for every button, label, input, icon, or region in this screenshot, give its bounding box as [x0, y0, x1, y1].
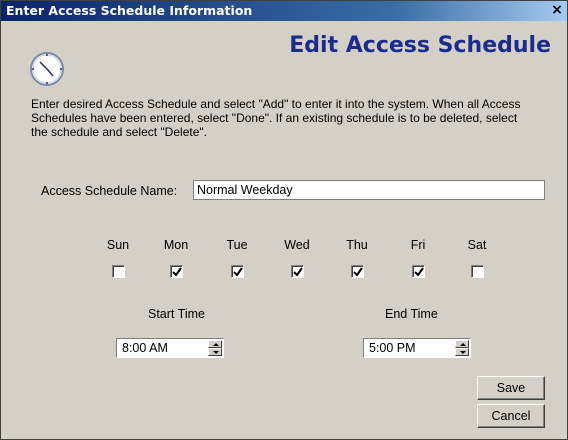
schedule-name-input[interactable]: [193, 180, 545, 200]
arrow-up-icon: [213, 343, 219, 346]
arrow-down-icon: [460, 351, 466, 354]
end-time-down-button[interactable]: [455, 348, 469, 356]
arrow-down-icon: [213, 351, 219, 354]
checkmark-icon: [293, 267, 303, 277]
checkmark-icon: [172, 267, 182, 277]
end-time-label: End Time: [385, 307, 438, 321]
instructions-text: Enter desired Access Schedule and select…: [31, 97, 521, 139]
checkmark-icon: [414, 267, 424, 277]
day-label-fri: Fri: [410, 238, 426, 252]
day-label-thu: Thu: [346, 238, 368, 252]
day-label-wed: Wed: [284, 238, 310, 252]
arrow-up-icon: [460, 343, 466, 346]
start-time-up-button[interactable]: [208, 340, 222, 348]
day-checkbox-fri[interactable]: [412, 265, 425, 278]
day-label-sun: Sun: [106, 238, 130, 252]
day-checkbox-thu[interactable]: [351, 265, 364, 278]
dialog-window: Enter Access Schedule Information × Edit…: [0, 0, 568, 440]
day-checkbox-sun[interactable]: [112, 265, 125, 278]
clock-icon: [30, 52, 64, 86]
start-time-down-button[interactable]: [208, 348, 222, 356]
day-label-mon: Mon: [163, 238, 189, 252]
page-title: Edit Access Schedule: [289, 33, 551, 58]
window-title: Enter Access Schedule Information: [6, 3, 253, 18]
schedule-name-label: Access Schedule Name:: [41, 184, 178, 198]
start-time-spinner[interactable]: 8:00 AM: [116, 338, 224, 358]
checkmark-icon: [353, 267, 363, 277]
cancel-button[interactable]: Cancel: [477, 404, 545, 428]
day-checkbox-sat[interactable]: [471, 265, 484, 278]
checkmark-icon: [233, 267, 243, 277]
save-button[interactable]: Save: [477, 376, 545, 400]
end-time-up-button[interactable]: [455, 340, 469, 348]
day-checkbox-mon[interactable]: [170, 265, 183, 278]
start-time-label: Start Time: [148, 307, 205, 321]
day-checkbox-tue[interactable]: [231, 265, 244, 278]
end-time-spinner[interactable]: 5:00 PM: [363, 338, 471, 358]
start-time-value[interactable]: 8:00 AM: [122, 341, 168, 355]
day-label-sat: Sat: [467, 238, 487, 252]
day-checkbox-wed[interactable]: [291, 265, 304, 278]
end-time-value[interactable]: 5:00 PM: [369, 341, 416, 355]
title-bar[interactable]: Enter Access Schedule Information ×: [1, 1, 567, 21]
day-label-tue: Tue: [226, 238, 248, 252]
close-icon[interactable]: ×: [549, 2, 565, 18]
